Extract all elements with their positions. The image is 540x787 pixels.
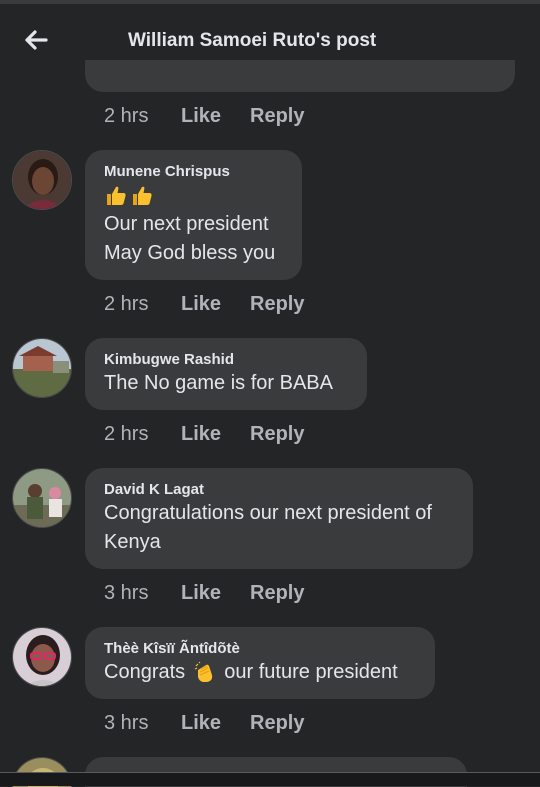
avatar[interactable] xyxy=(12,150,72,210)
comment-text-part: Congrats xyxy=(104,661,191,683)
comment-actions: 3 hrs Like Reply xyxy=(104,580,304,606)
comment-author[interactable]: Thèè Kîsïï Ãntîdõtè xyxy=(104,639,415,658)
thumbs-up-icon xyxy=(107,186,126,205)
comment-text-line: Our next president xyxy=(104,213,269,235)
avatar[interactable] xyxy=(12,627,72,687)
avatar-photo xyxy=(13,151,71,209)
reply-button[interactable]: Reply xyxy=(250,105,304,128)
avatar[interactable] xyxy=(12,468,72,528)
like-button[interactable]: Like xyxy=(181,712,250,735)
comment-actions: 2 hrs Like Reply xyxy=(104,103,304,129)
comment-text-line: Congratulations our next president of xyxy=(104,502,432,524)
reply-button[interactable]: Reply xyxy=(250,582,304,605)
comment-text: Congrats our future president xyxy=(104,658,415,687)
avatar-photo xyxy=(13,469,71,527)
comment-author[interactable]: Kimbugwe Rashid xyxy=(104,350,347,369)
like-button[interactable]: Like xyxy=(181,105,250,128)
reply-button[interactable]: Reply xyxy=(250,712,304,735)
comment-time: 3 hrs xyxy=(104,581,149,604)
comment-bubble: David K Lagat Congratulations our next p… xyxy=(85,468,473,569)
like-button[interactable]: Like xyxy=(181,423,250,446)
comment-text-line: May God bless you xyxy=(104,242,276,264)
comment-actions: 3 hrs Like Reply xyxy=(104,710,304,736)
comment-time: 2 hrs xyxy=(104,422,149,445)
comment-text-part: our future president xyxy=(218,661,398,683)
avatar-photo xyxy=(13,339,71,397)
comment-actions: 2 hrs Like Reply xyxy=(104,421,304,447)
avatar-photo xyxy=(13,628,71,686)
comment-text-line: Kenya xyxy=(104,531,161,553)
back-arrow-icon xyxy=(25,30,48,50)
comment-author[interactable]: Munene Chrispus xyxy=(104,162,282,181)
reply-button[interactable]: Reply xyxy=(250,293,304,316)
back-button[interactable] xyxy=(20,24,52,56)
like-button[interactable]: Like xyxy=(181,293,250,316)
comment-text-line: The No game is for BABA xyxy=(104,372,333,394)
bottom-bar xyxy=(0,773,540,786)
comment-bubble: Thèè Kîsïï Ãntîdõtè Congrats our future … xyxy=(85,627,435,699)
comment-time: 2 hrs xyxy=(104,292,149,315)
comment-time: 2 hrs xyxy=(104,104,149,127)
comment-time: 3 hrs xyxy=(104,711,149,734)
avatar[interactable] xyxy=(12,338,72,398)
comment-bubble: Kimbugwe Rashid The No game is for BABA xyxy=(85,338,367,410)
comment-emoji xyxy=(104,181,282,210)
thumbs-up-icon xyxy=(133,186,152,205)
comment-actions: 2 hrs Like Reply xyxy=(104,291,304,317)
comment-bubble: Munene Chrispus Our next president May G… xyxy=(85,150,302,280)
like-button[interactable]: Like xyxy=(181,582,250,605)
comment-author[interactable]: David K Lagat xyxy=(104,480,453,499)
previous-comment-bubble xyxy=(85,60,515,92)
page-title: William Samoei Ruto's post xyxy=(128,30,377,51)
clapping-hands-icon xyxy=(194,661,212,682)
reply-button[interactable]: Reply xyxy=(250,423,304,446)
